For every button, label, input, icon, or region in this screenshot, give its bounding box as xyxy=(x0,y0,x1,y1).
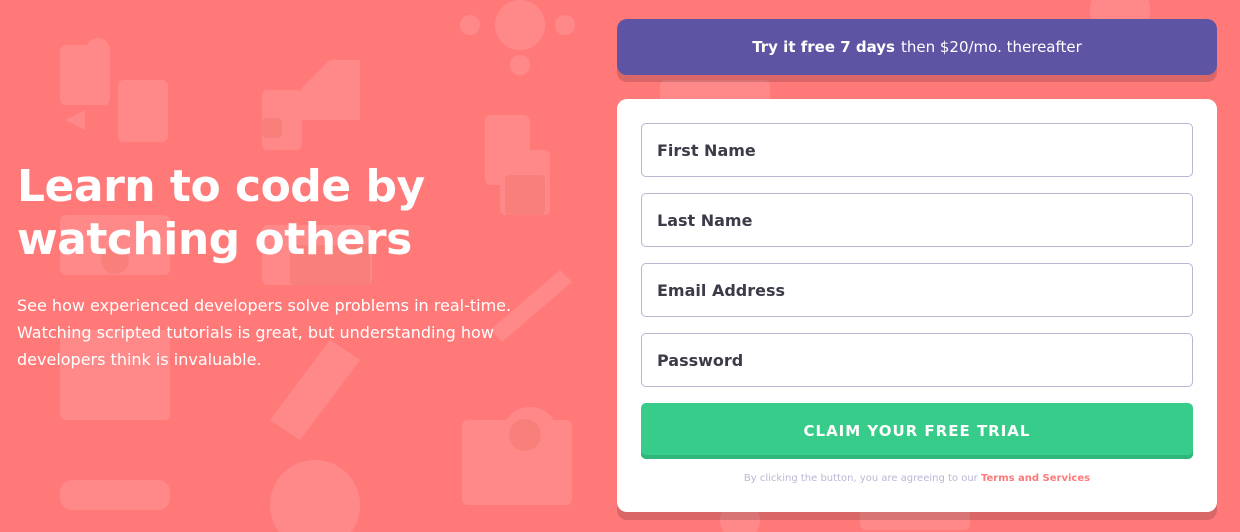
hero-heading-line1: Learn to code by xyxy=(17,161,425,212)
hero-heading: Learn to code by watching others xyxy=(17,160,557,266)
last-name-input[interactable] xyxy=(641,193,1193,247)
terms-link[interactable]: Terms and Services xyxy=(981,473,1090,484)
trial-banner: Try it free 7 days then $20/mo. thereaft… xyxy=(617,19,1217,75)
email-input[interactable] xyxy=(641,263,1193,317)
password-input[interactable] xyxy=(641,333,1193,387)
terms-prefix: By clicking the button, you are agreeing… xyxy=(743,473,978,484)
trial-banner-bold: Try it free 7 days xyxy=(752,38,895,56)
signup-form: CLAIM YOUR FREE TRIAL By clicking the bu… xyxy=(617,99,1217,512)
terms-notice: By clicking the button, you are agreeing… xyxy=(641,473,1193,484)
trial-banner-text: then $20/mo. thereafter xyxy=(900,38,1082,56)
hero-description: See how experienced developers solve pro… xyxy=(17,296,512,369)
claim-trial-button[interactable]: CLAIM YOUR FREE TRIAL xyxy=(641,403,1193,459)
first-name-input[interactable] xyxy=(641,123,1193,177)
hero-heading-line2: watching others xyxy=(17,214,412,265)
hero-section: Learn to code by watching others See how… xyxy=(17,160,557,373)
